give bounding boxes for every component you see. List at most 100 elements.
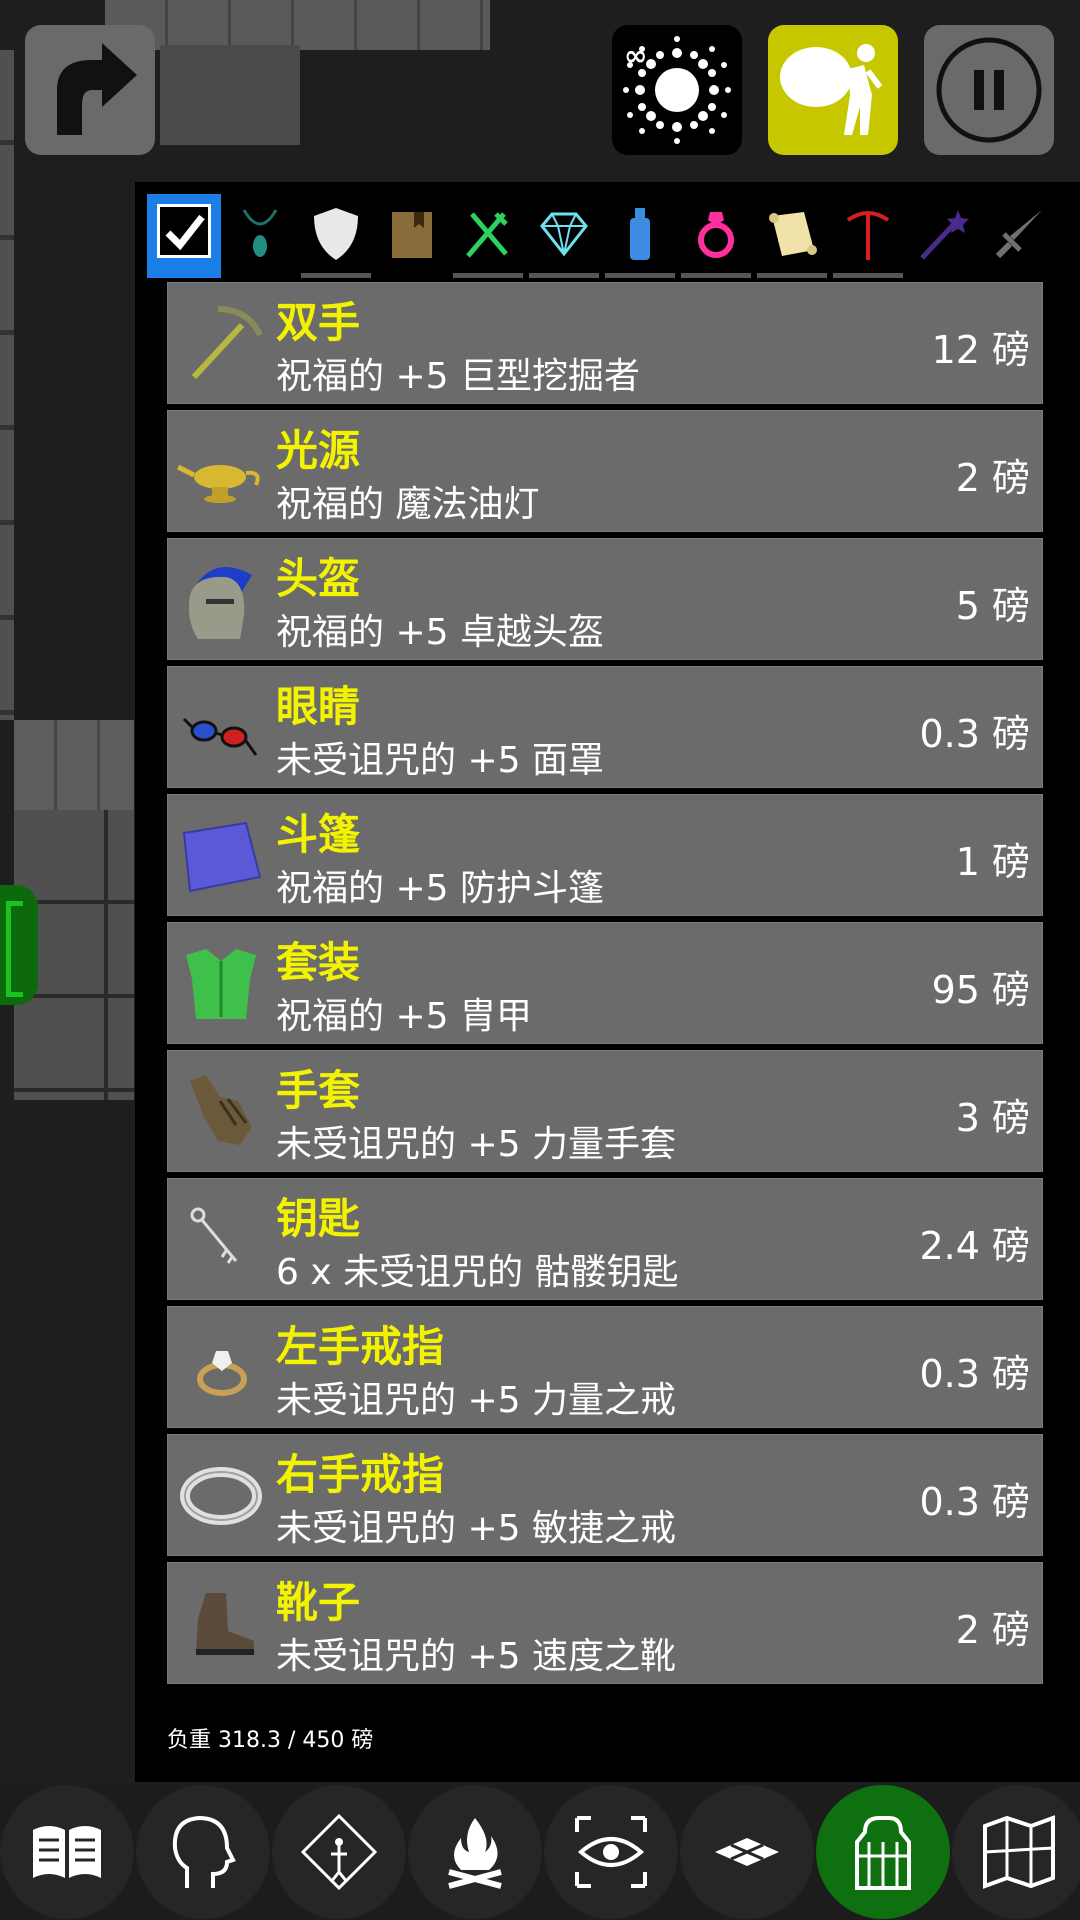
- item-name: 祝福的 魔法油灯: [276, 484, 540, 525]
- equipment-row[interactable]: 双手 祝福的 +5 巨型挖掘者 12 磅: [167, 282, 1043, 404]
- item-name: 未受诅咒的 +5 速度之靴: [276, 1636, 676, 1677]
- item-name: 祝福的 +5 胄甲: [276, 996, 532, 1037]
- item-weight: 2 磅: [955, 1608, 1030, 1652]
- helmet-icon: [189, 567, 252, 639]
- sword-icon: [995, 210, 1042, 259]
- open-book-icon: [33, 1826, 101, 1878]
- tab-tool[interactable]: [831, 194, 905, 278]
- equipment-row[interactable]: 光源 祝福的 魔法油灯 2 磅: [167, 410, 1043, 532]
- book-icon: [392, 212, 432, 258]
- cloak-icon: [182, 821, 262, 893]
- slot-label: 光源: [276, 426, 361, 475]
- item-weight: 12 磅: [931, 328, 1030, 372]
- stone-wall-block: [14, 720, 134, 810]
- equipment-row[interactable]: 眼睛 未受诅咒的 +5 面罩 0.3 磅: [167, 666, 1043, 788]
- infinity-burst-icon: [623, 36, 731, 144]
- tab-underline: [301, 273, 371, 278]
- potion-icon: [630, 208, 650, 260]
- slot-label: 钥匙: [276, 1194, 361, 1243]
- glasses-icon: [182, 717, 258, 756]
- tab-underline: [529, 273, 599, 278]
- pause-icon: [936, 37, 1042, 143]
- inventory-top-button[interactable]: [768, 25, 898, 155]
- tab-underline: [453, 273, 523, 278]
- tab-scroll[interactable]: [755, 194, 829, 278]
- stone-wall-left: [0, 50, 14, 720]
- slot-label: 手套: [276, 1066, 361, 1115]
- wand-icon: [920, 210, 969, 260]
- pause-button[interactable]: [924, 25, 1054, 155]
- eye-focus-icon: [575, 1816, 647, 1888]
- bottom-nav: [0, 1785, 1080, 1920]
- equipment-row[interactable]: 套装 祝福的 +5 胄甲 95 磅: [167, 922, 1043, 1044]
- nav-inventory[interactable]: [816, 1785, 950, 1919]
- tab-wand[interactable]: [907, 194, 981, 278]
- equipment-row[interactable]: 右手戒指 未受诅咒的 +5 敏捷之戒 0.3 磅: [167, 1434, 1043, 1556]
- slot-label: 右手戒指: [276, 1450, 445, 1499]
- tab-all[interactable]: [147, 194, 221, 278]
- slot-label: 眼睛: [276, 682, 361, 731]
- item-name: 未受诅咒的 +5 敏捷之戒: [276, 1508, 676, 1549]
- item-weight: 2.4 磅: [919, 1224, 1030, 1268]
- equipment-row[interactable]: 手套 未受诅咒的 +5 力量手套 3 磅: [167, 1050, 1043, 1172]
- item-name: 祝福的 +5 防护斗篷: [276, 868, 604, 909]
- nav-look[interactable]: [544, 1785, 678, 1919]
- open-door-icon[interactable]: [0, 885, 38, 1005]
- pickaxe-icon: [846, 211, 890, 260]
- slot-label: 左手戒指: [276, 1322, 445, 1371]
- diamond-skill-icon: [300, 1813, 378, 1891]
- equipment-row[interactable]: 钥匙 6 x 未受诅咒的 骷髅钥匙 2.4 磅: [167, 1178, 1043, 1300]
- item-weight: 0.3 磅: [919, 712, 1030, 756]
- item-name: 未受诅咒的 +5 力量手套: [276, 1124, 676, 1165]
- tab-food[interactable]: [451, 194, 525, 278]
- scroll-icon: [769, 212, 817, 256]
- item-weight: 0.3 磅: [919, 1480, 1030, 1524]
- tab-amulet[interactable]: [223, 194, 297, 278]
- tab-armor[interactable]: [299, 194, 373, 278]
- nav-floor[interactable]: [680, 1785, 814, 1919]
- body-armor-icon: [186, 949, 256, 1019]
- nav-character[interactable]: [136, 1785, 270, 1919]
- item-name: 未受诅咒的 +5 面罩: [276, 740, 604, 781]
- checkbox-icon: [157, 204, 211, 258]
- nav-rest[interactable]: [408, 1785, 542, 1919]
- tab-gem[interactable]: [527, 194, 601, 278]
- equipment-row[interactable]: 左手戒指 未受诅咒的 +5 力量之戒 0.3 磅: [167, 1306, 1043, 1428]
- diamond-icon: [540, 212, 588, 257]
- gem-ring-icon: [197, 1351, 247, 1396]
- item-name: 未受诅咒的 +5 力量之戒: [276, 1380, 676, 1421]
- inventory-panel: 双手 祝福的 +5 巨型挖掘者 12 磅 光源 祝福的 魔法油灯 2 磅 头盔 …: [135, 182, 1080, 1782]
- dungeon-view[interactable]: [0, 0, 490, 1100]
- nav-journal[interactable]: [0, 1785, 134, 1919]
- item-weight: 3 磅: [955, 1096, 1030, 1140]
- nav-skills[interactable]: [272, 1785, 406, 1919]
- item-weight: 1 磅: [955, 840, 1030, 884]
- head-profile-icon: [172, 1815, 236, 1888]
- silver-ring-icon: [180, 1467, 262, 1525]
- boot-icon: [196, 1593, 254, 1655]
- tab-book[interactable]: [375, 194, 449, 278]
- amulet-icon: [242, 209, 278, 257]
- tab-underline: [757, 273, 827, 278]
- spell-button[interactable]: ∞: [612, 25, 742, 155]
- equipment-row[interactable]: 头盔 祝福的 +5 卓越头盔 5 磅: [167, 538, 1043, 660]
- fork-knife-icon: [466, 212, 508, 258]
- item-weight: 0.3 磅: [919, 1352, 1030, 1396]
- tab-underline: [833, 273, 903, 278]
- equipment-row[interactable]: 斗篷 祝福的 +5 防护斗篷 1 磅: [167, 794, 1043, 916]
- shield-icon: [314, 208, 358, 260]
- slot-label: 斗篷: [276, 810, 361, 859]
- slot-label: 套装: [276, 938, 361, 987]
- redo-button[interactable]: [25, 25, 155, 155]
- floor-grid-icon: [715, 1838, 779, 1866]
- equipment-row[interactable]: 靴子 未受诅咒的 +5 速度之靴 2 磅: [167, 1562, 1043, 1684]
- item-weight: 5 磅: [955, 584, 1030, 628]
- nav-map[interactable]: [952, 1785, 1080, 1919]
- tab-potion[interactable]: [603, 194, 677, 278]
- backpack-icon: [855, 1816, 911, 1890]
- tab-underline: [605, 273, 675, 278]
- key-icon: [190, 1207, 238, 1264]
- tab-ring[interactable]: [679, 194, 753, 278]
- gauntlet-icon: [190, 1075, 252, 1145]
- tab-weapon[interactable]: [983, 194, 1057, 278]
